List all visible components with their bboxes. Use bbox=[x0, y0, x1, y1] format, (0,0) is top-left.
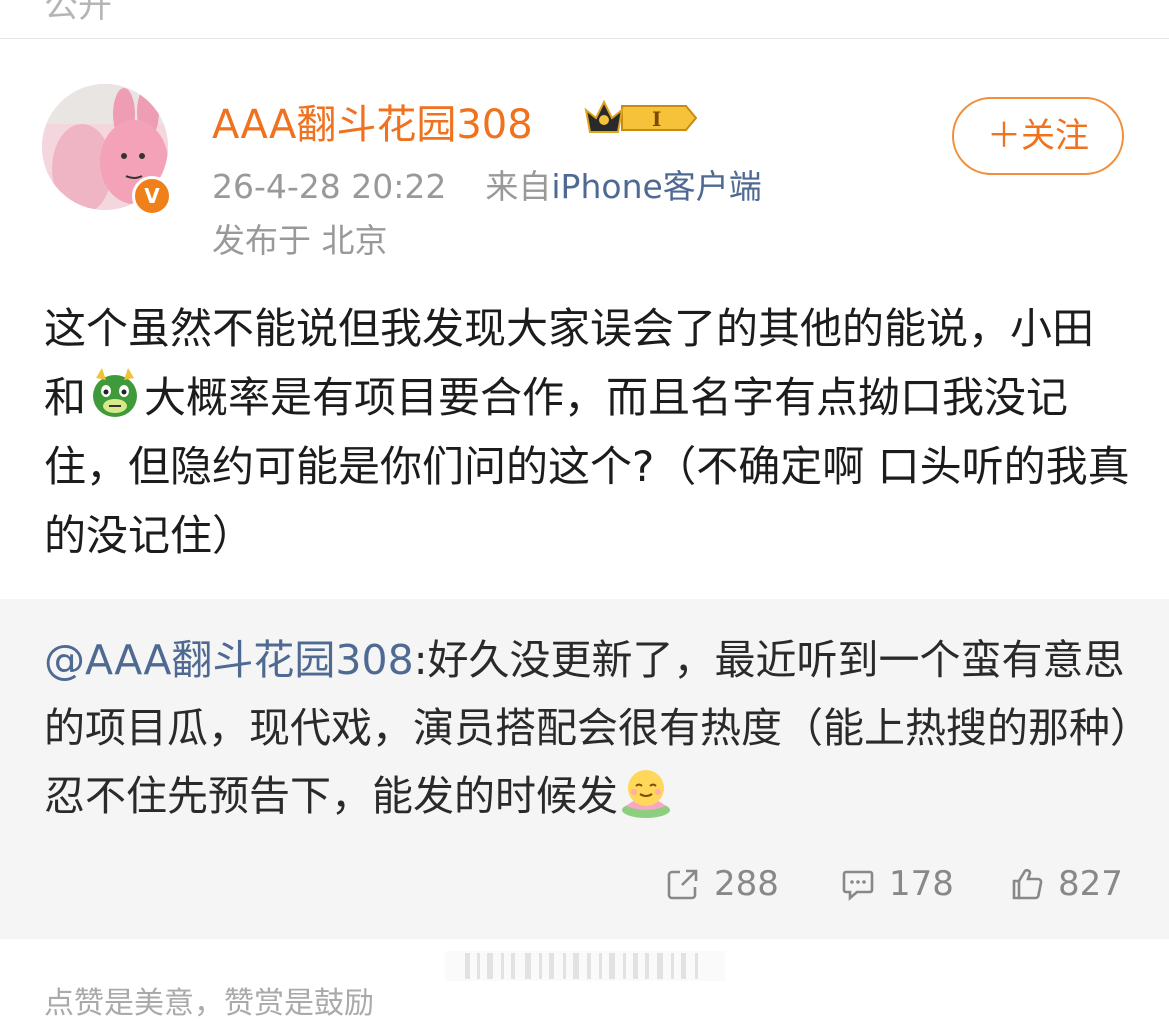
like-icon bbox=[1012, 868, 1043, 900]
comment-icon bbox=[842, 870, 874, 901]
like-count: 827 bbox=[1058, 864, 1123, 904]
like-count-button[interactable]: 827 bbox=[1010, 864, 1123, 904]
post-meta: 26-4-28 20:22 来自iPhone客户端 bbox=[212, 160, 762, 208]
repost-mention-link[interactable]: @AAA翻斗花园308 bbox=[44, 636, 414, 684]
post-text-part2: 大概率是有项目要合作，而且名字有点拗口我没记住，但隐约可能是你们问的这个?（不确… bbox=[44, 373, 1130, 560]
lotus-smile-emoji-icon bbox=[622, 770, 670, 818]
footer-text: 点赞是美意，赞赏是鼓励 bbox=[44, 986, 374, 1021]
repost-count-button[interactable]: 288 bbox=[666, 864, 779, 904]
top-strip: 公开 bbox=[0, 0, 1169, 39]
crown-icon[interactable]: I bbox=[582, 96, 700, 140]
dragon-emoji-icon bbox=[93, 368, 138, 417]
top-strip-text: 公开 bbox=[44, 0, 112, 26]
follow-button[interactable]: ＋关注 bbox=[952, 97, 1124, 175]
timestamp: 26-4-28 20:22 bbox=[212, 167, 447, 206]
repost-icon bbox=[667, 869, 698, 900]
source-app-link[interactable]: iPhone客户端 bbox=[551, 167, 761, 206]
repost-text: @AAA翻斗花园308:好久没更新了，最近听到一个蛮有意思的项目瓜，现代戏，演员… bbox=[44, 626, 1134, 830]
comment-count-button[interactable]: 178 bbox=[841, 864, 954, 904]
username[interactable]: AAA翻斗花园308 bbox=[212, 92, 533, 150]
post-text: 这个虽然不能说但我发现大家误会了的其他的能说，小田和 大概率是有项目要合作，而且… bbox=[44, 294, 1134, 570]
post-location: 发布于 北京 bbox=[212, 221, 388, 260]
verified-badge: V bbox=[132, 176, 172, 216]
level-badge-text: I bbox=[652, 107, 661, 131]
source-prefix: 来自 bbox=[485, 167, 552, 206]
comment-count: 178 bbox=[889, 864, 954, 904]
repost-count: 288 bbox=[714, 864, 779, 904]
reward-decoration-icon bbox=[445, 951, 725, 981]
